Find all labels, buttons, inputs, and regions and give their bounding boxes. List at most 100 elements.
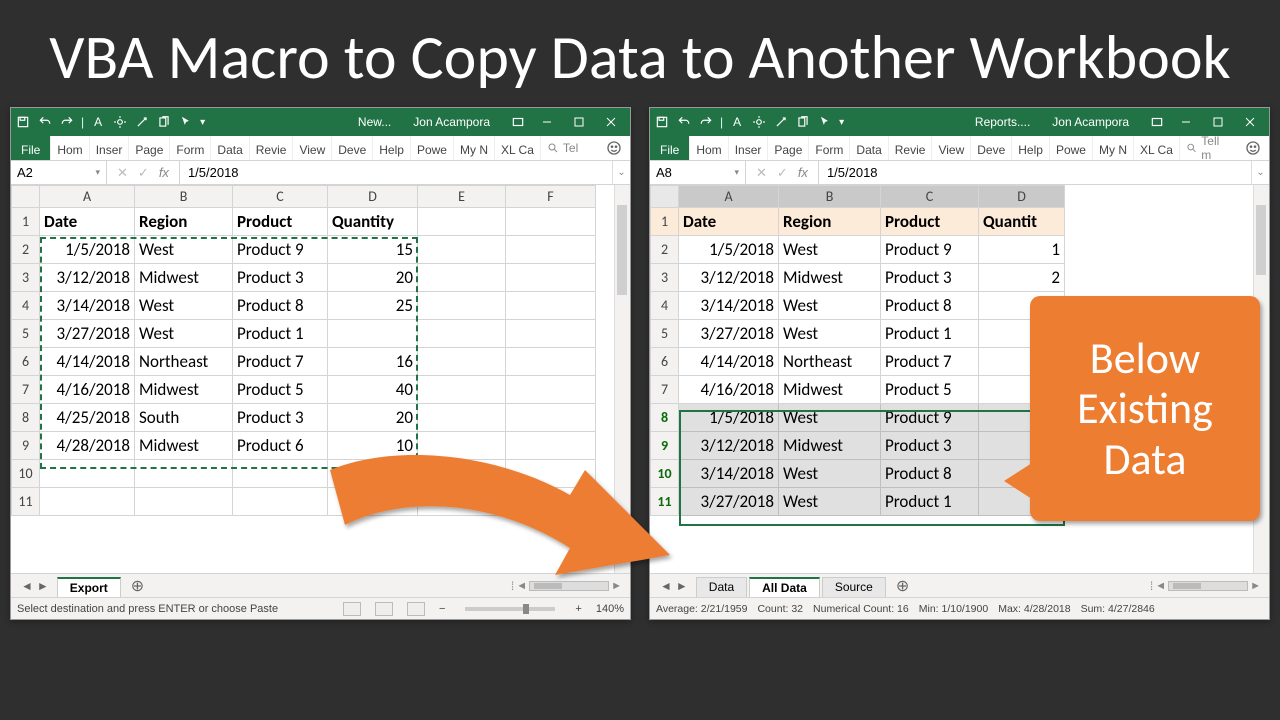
fx-icon[interactable]: fx	[798, 165, 808, 180]
ribbon-tab[interactable]: Inser	[90, 136, 130, 160]
cell[interactable]: 3/12/2018	[40, 264, 135, 292]
ribbon-tab[interactable]: Hom	[690, 136, 728, 160]
name-box[interactable]: A2▾	[11, 161, 107, 184]
undo-icon[interactable]	[676, 114, 692, 130]
sheet-tab[interactable]: Source	[822, 577, 886, 597]
cancel-icon[interactable]: ✕	[117, 165, 128, 181]
cell[interactable]: 1/5/2018	[679, 236, 779, 264]
cell[interactable]: Product 7	[881, 348, 979, 376]
cell[interactable]: Product 9	[233, 236, 328, 264]
cell[interactable]: 2	[979, 264, 1065, 292]
qa-icon-2[interactable]	[112, 114, 128, 130]
row-header[interactable]: 8	[651, 404, 679, 432]
cell[interactable]: 3/14/2018	[679, 460, 779, 488]
row-header[interactable]: 11	[12, 488, 40, 516]
new-sheet-button[interactable]: ⊕	[123, 576, 152, 596]
cell[interactable]: 25	[328, 292, 418, 320]
ribbon-tab-file[interactable]: File	[11, 136, 51, 160]
row-header[interactable]: 9	[12, 432, 40, 460]
cell[interactable]: 3/12/2018	[679, 432, 779, 460]
cell[interactable]: 1/5/2018	[679, 404, 779, 432]
cell[interactable]: 3/14/2018	[40, 292, 135, 320]
row-header[interactable]: 4	[12, 292, 40, 320]
ribbon-tab[interactable]: Powe	[411, 136, 454, 160]
zoom-level[interactable]: 140%	[596, 603, 624, 615]
redo-icon[interactable]	[698, 114, 714, 130]
cell[interactable]: 1/5/2018	[40, 236, 135, 264]
cell[interactable]: 1	[979, 236, 1065, 264]
ribbon-tab[interactable]: Revie	[889, 136, 933, 160]
cell[interactable]: Product 1	[881, 488, 979, 516]
cell[interactable]: 16	[328, 348, 418, 376]
ribbon-tab[interactable]: Hom	[51, 136, 89, 160]
sheet-tab[interactable]: Data	[696, 577, 747, 597]
cell[interactable]: Quantity	[328, 208, 418, 236]
cell[interactable]: Northeast	[135, 348, 233, 376]
col-header[interactable]: C	[233, 186, 328, 208]
row-header[interactable]: 3	[12, 264, 40, 292]
cell[interactable]: Date	[40, 208, 135, 236]
row-header[interactable]: 8	[12, 404, 40, 432]
col-header[interactable]: C	[881, 186, 979, 208]
minimize-button[interactable]	[532, 111, 562, 133]
col-header[interactable]: D	[979, 186, 1065, 208]
cell[interactable]: West	[779, 236, 881, 264]
cell[interactable]: Product 1	[881, 320, 979, 348]
cell[interactable]: Product	[233, 208, 328, 236]
qa-icon-1[interactable]: A	[729, 114, 745, 130]
cell[interactable]: 3/12/2018	[679, 264, 779, 292]
cell[interactable]: 40	[328, 376, 418, 404]
qa-icon-4[interactable]	[795, 114, 811, 130]
cursor-icon[interactable]	[817, 114, 833, 130]
col-header[interactable]: A	[40, 186, 135, 208]
cell[interactable]: Midwest	[135, 376, 233, 404]
formula-input[interactable]: 1/5/2018	[819, 161, 1251, 184]
row-header[interactable]: 10	[651, 460, 679, 488]
view-normal-icon[interactable]	[343, 602, 361, 616]
enter-icon[interactable]: ✓	[777, 165, 788, 181]
feedback-icon[interactable]	[598, 136, 630, 160]
cell[interactable]: 4/14/2018	[679, 348, 779, 376]
qa-icon-4[interactable]	[156, 114, 172, 130]
ribbon-tab[interactable]: My N	[454, 136, 495, 160]
minimize-button[interactable]	[1171, 111, 1201, 133]
ribbon-tab[interactable]: XL Ca	[495, 136, 541, 160]
ribbon-tab[interactable]: XL Ca	[1134, 136, 1180, 160]
sheet-tab-export[interactable]: Export	[57, 577, 121, 597]
row-header[interactable]: 10	[12, 460, 40, 488]
cell[interactable]: 3/27/2018	[679, 488, 779, 516]
sheet-nav-prev-icon[interactable]: ◄	[660, 579, 672, 593]
h-scrollbar[interactable]	[529, 581, 609, 591]
cell[interactable]: Date	[679, 208, 779, 236]
cell[interactable]: West	[135, 292, 233, 320]
cell[interactable]: South	[135, 404, 233, 432]
col-header[interactable]: E	[418, 186, 506, 208]
cell[interactable]: 3/27/2018	[40, 320, 135, 348]
cell[interactable]: Product 7	[233, 348, 328, 376]
ribbon-tab[interactable]: Help	[1012, 136, 1050, 160]
col-header[interactable]: D	[328, 186, 418, 208]
col-header[interactable]: F	[506, 186, 596, 208]
col-header[interactable]: B	[779, 186, 881, 208]
sheet-nav-next-icon[interactable]: ►	[37, 579, 49, 593]
cell[interactable]	[328, 320, 418, 348]
zoom-out-icon[interactable]: −	[439, 603, 445, 615]
ribbon-options-icon[interactable]	[510, 114, 526, 130]
ribbon-tab[interactable]: My N	[1093, 136, 1134, 160]
sheet-nav-prev-icon[interactable]: ◄	[21, 579, 33, 593]
cell[interactable]: 10	[328, 432, 418, 460]
cell[interactable]: Northeast	[779, 348, 881, 376]
cell[interactable]: Product 3	[881, 264, 979, 292]
cell[interactable]: Product 5	[881, 376, 979, 404]
cell[interactable]: Midwest	[779, 264, 881, 292]
ribbon-tab[interactable]: Powe	[1050, 136, 1093, 160]
view-break-icon[interactable]	[407, 602, 425, 616]
cell[interactable]: Product	[881, 208, 979, 236]
cell[interactable]: Product 1	[233, 320, 328, 348]
cursor-icon[interactable]	[178, 114, 194, 130]
cell[interactable]: Quantit	[979, 208, 1065, 236]
sheet-tab[interactable]: All Data	[749, 577, 820, 597]
cell[interactable]: West	[135, 320, 233, 348]
cell[interactable]: 4/25/2018	[40, 404, 135, 432]
save-icon[interactable]	[654, 114, 670, 130]
